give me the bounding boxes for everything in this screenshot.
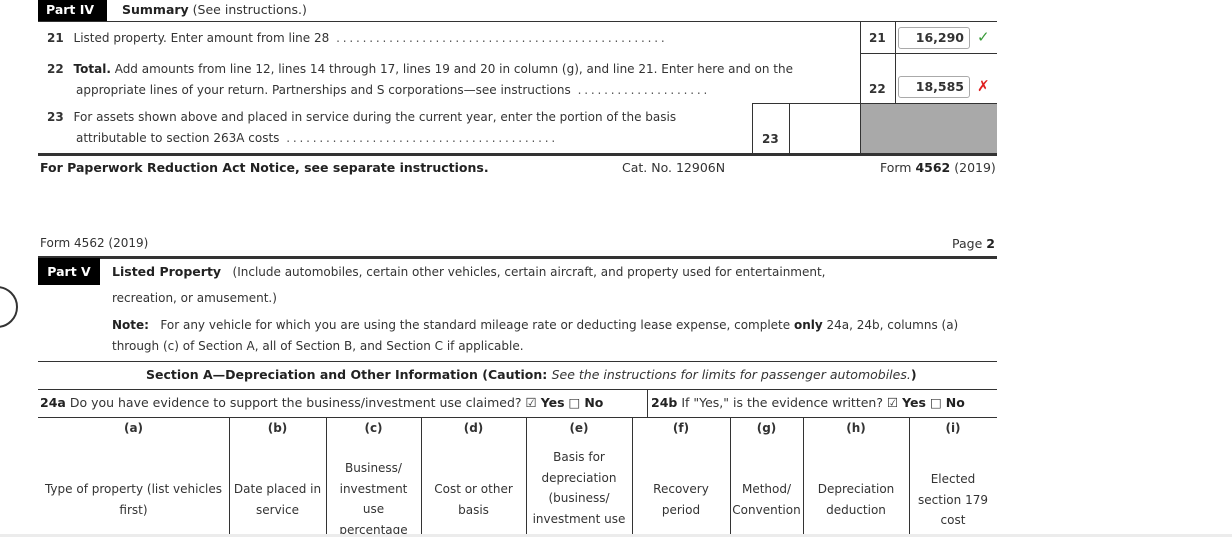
section-a-bottom-line	[38, 389, 997, 390]
column-e-header: (e) Basis for depreciation (business/ in…	[532, 421, 626, 526]
checkbox-24b-yes[interactable]: ☑	[887, 395, 898, 410]
page-number-label: Page 2	[952, 236, 995, 251]
line-21-number: 21	[47, 31, 64, 45]
column-g-header: (g) Method/ Convention	[732, 421, 801, 517]
checkbox-24b-no[interactable]: □	[930, 395, 942, 410]
line-23-amount-field[interactable]	[790, 104, 860, 153]
line-21-box-label: 21	[869, 31, 886, 45]
line-21-leaders: . . . . . . . . . . . . . . . . . . . . …	[336, 31, 665, 45]
line-23-text-line2: attributable to section 263A costs	[76, 131, 280, 145]
nav-prev-button[interactable]	[0, 286, 18, 328]
column-a-header: (a) Type of property (list vehicles firs…	[44, 421, 223, 517]
part4-title-bold: Summary	[122, 2, 189, 17]
column-i-header: (i) Elected section 179 cost	[918, 421, 988, 527]
line-22-box-label: 22	[869, 82, 886, 96]
part5-title: Listed Property (Include automobiles, ce…	[112, 264, 826, 279]
check-icon: ✓	[977, 28, 990, 46]
part4-title-rest: (See instructions.)	[188, 2, 307, 17]
line-22-amount-input[interactable]: 18,585	[898, 76, 970, 98]
line-23-box-left	[752, 103, 753, 153]
footer-divider	[38, 153, 997, 156]
part4-tag: Part IV	[38, 0, 107, 21]
line-23-leaders: . . . . . . . . . . . . . . . . . . . . …	[286, 131, 555, 145]
line-22-text-line1: Add amounts from line 12, lines 14 throu…	[110, 62, 793, 76]
part5-tag: Part V	[38, 258, 100, 285]
box-label-divider-right	[895, 22, 896, 103]
part4-title: Summary (See instructions.)	[122, 2, 307, 17]
column-f-header: (f) Recovery period	[653, 421, 709, 517]
question-24a: 24a Do you have evidence to support the …	[40, 395, 604, 410]
column-c-header: (c) Business/ investment use percentage	[339, 421, 408, 537]
checkbox-24a-no[interactable]: □	[569, 395, 581, 410]
form-number: 4562	[915, 160, 951, 175]
column-h-header: (h) Depreciation deduction	[817, 421, 895, 517]
column-d-header: (d) Cost or other basis	[434, 421, 513, 517]
part4-header: Part IV Summary (See instructions.)	[38, 0, 997, 22]
part5-note-line2: through (c) of Section A, all of Section…	[112, 339, 524, 353]
section-a-title: Section A—Depreciation and Other Informa…	[146, 367, 917, 382]
checkbox-24a-yes[interactable]: ☑	[526, 395, 537, 410]
line-23-number: 23	[47, 110, 64, 124]
line-22-number: 22	[47, 62, 64, 76]
catalog-number: Cat. No. 12906N	[622, 160, 726, 175]
line-22-leaders: . . . . . . . . . . . . . . . . . . . .	[577, 83, 708, 97]
x-icon: ✗	[977, 77, 990, 95]
line-23-text-line1: For assets shown above and placed in ser…	[73, 110, 677, 124]
page2-top-divider	[38, 256, 997, 259]
question-24b: 24b If "Yes," is the evidence written? ☑…	[651, 395, 965, 410]
line-22-text-bold: Total.	[73, 62, 111, 76]
line-21-amount-input[interactable]: 16,290	[898, 27, 970, 49]
q24-divider	[647, 389, 648, 417]
part5-note: Note: For any vehicle for which you are …	[112, 318, 959, 332]
section-a-top-line	[38, 361, 997, 362]
paperwork-notice: For Paperwork Reduction Act Notice, see …	[40, 160, 489, 175]
line-21-text: Listed property. Enter amount from line …	[73, 31, 330, 45]
page2-form-label: Form 4562 (2019)	[40, 236, 149, 250]
column-b-header: (b) Date placed in service	[233, 421, 322, 517]
row21-bottom-line	[860, 53, 997, 54]
form-footer-label: Form 4562 (2019)	[880, 160, 996, 175]
part5-title-line2: recreation, or amusement.)	[112, 291, 277, 305]
shaded-area	[861, 104, 997, 153]
line-23-box-label: 23	[762, 132, 779, 146]
line-22-text-line2: appropriate lines of your return. Partne…	[76, 83, 571, 97]
